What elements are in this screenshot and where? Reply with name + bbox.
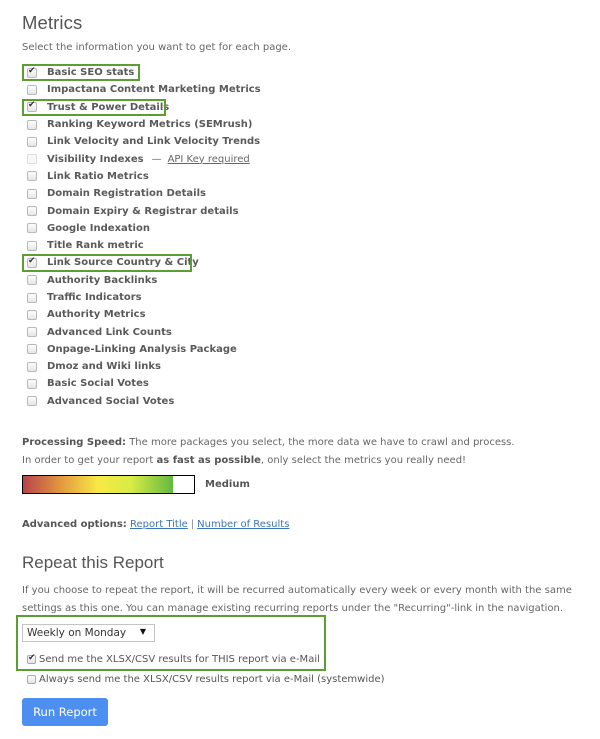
metric-label: Advanced Link Counts: [47, 326, 172, 338]
metric-label: Basic SEO stats: [47, 67, 135, 79]
metric-item[interactable]: Basic SEO stats: [22, 64, 422, 82]
metric-label: Visibility Indexes: [47, 153, 144, 165]
metric-checkbox[interactable]: [27, 327, 37, 338]
metric-label: Authority Metrics: [47, 309, 146, 321]
report-title-link[interactable]: Report Title: [130, 519, 188, 530]
metric-checkbox: [27, 154, 37, 165]
dropdown-arrow-icon: ▼: [139, 627, 146, 636]
metric-label: Basic Social Votes: [47, 378, 149, 390]
metric-label: Google Indexation: [47, 222, 150, 234]
metric-label: Authority Backlinks: [47, 274, 158, 286]
processing-speed-text: Processing Speed: The more packages you …: [22, 437, 515, 466]
metric-label: Domain Expiry & Registrar details: [47, 205, 239, 217]
metric-label: Title Rank metric: [47, 240, 144, 252]
metric-label: Link Ratio Metrics: [47, 170, 149, 182]
metric-checkbox[interactable]: [27, 188, 37, 199]
metric-item[interactable]: Trust & Power Details: [22, 98, 422, 117]
metric-item[interactable]: Advanced Link Counts: [22, 323, 422, 340]
metric-item[interactable]: Title Rank metric: [22, 237, 422, 254]
metrics-heading: Metrics: [22, 12, 83, 33]
metric-checkbox[interactable]: [27, 361, 37, 372]
metric-item[interactable]: Dmoz and Wiki links: [22, 358, 422, 375]
processing-speed-bar: [22, 475, 195, 494]
repeat-description: If you choose to repeat the report, it w…: [22, 585, 572, 614]
repeat-frequency-select[interactable]: Weekly on Monday ▼: [22, 624, 155, 642]
metric-item[interactable]: Onpage-Linking Analysis Package: [22, 341, 422, 358]
metric-checkbox[interactable]: [27, 240, 37, 251]
metric-checkbox[interactable]: [27, 396, 37, 407]
metric-checkbox[interactable]: [27, 66, 37, 78]
metric-item[interactable]: Link Velocity and Link Velocity Trends: [22, 133, 422, 150]
metric-label: Link Source Country & City: [47, 257, 199, 269]
metrics-list: Basic SEO stats Impactana Content Marketi…: [22, 64, 422, 410]
metric-checkbox[interactable]: [27, 344, 37, 355]
metric-item[interactable]: Google Indexation: [22, 220, 422, 237]
send-this-report-checkbox[interactable]: [27, 653, 36, 664]
metric-label: Link Velocity and Link Velocity Trends: [47, 136, 261, 148]
metric-separator: —: [151, 153, 162, 165]
metric-item[interactable]: Authority Metrics: [22, 306, 422, 323]
metric-item[interactable]: Advanced Social Votes: [22, 393, 422, 410]
metric-item[interactable]: Domain Expiry & Registrar details: [22, 202, 422, 219]
metric-item[interactable]: Link Ratio Metrics: [22, 168, 422, 185]
metric-checkbox[interactable]: [27, 171, 37, 182]
metric-item[interactable]: Traffic Indicators: [22, 289, 422, 306]
metric-checkbox[interactable]: [27, 275, 37, 286]
metric-label: Advanced Social Votes: [47, 395, 175, 407]
metric-item[interactable]: Ranking Keyword Metrics (SEMrush): [22, 116, 422, 133]
metric-checkbox[interactable]: [27, 119, 37, 130]
metric-label: Trust & Power Details: [47, 101, 170, 113]
send-this-report-option[interactable]: Send me the XLSX/CSV results for THIS re…: [27, 653, 320, 665]
metric-checkbox[interactable]: [27, 309, 37, 320]
metrics-intro: Select the information you want to get f…: [22, 42, 292, 53]
processing-speed-value: Medium: [205, 479, 250, 490]
always-send-checkbox[interactable]: [27, 675, 36, 684]
metric-label: Traffic Indicators: [47, 292, 142, 303]
metric-item[interactable]: Basic Social Votes: [22, 375, 422, 392]
metric-checkbox[interactable]: [27, 256, 37, 268]
processing-speed-fill: [23, 476, 174, 493]
metric-label: Dmoz and Wiki links: [47, 361, 161, 373]
metric-checkbox[interactable]: [27, 84, 37, 95]
metric-checkbox[interactable]: [27, 378, 37, 389]
processing-speed-label: Processing Speed:: [22, 437, 127, 448]
metric-item[interactable]: Impactana Content Marketing Metrics: [22, 81, 422, 98]
metric-item[interactable]: Authority Backlinks: [22, 272, 422, 289]
repeat-heading: Repeat this Report: [22, 553, 164, 572]
metric-label: Domain Registration Details: [47, 188, 206, 200]
metric-label: Ranking Keyword Metrics (SEMrush): [47, 119, 253, 131]
metric-checkbox[interactable]: [27, 223, 37, 234]
advanced-options: Advanced options: Report Title | Number of…: [22, 519, 290, 530]
metric-label: Impactana Content Marketing Metrics: [47, 84, 261, 96]
metric-checkbox[interactable]: [27, 292, 37, 303]
metric-checkbox[interactable]: [27, 136, 37, 147]
metric-item: Visibility Indexes — API Key required: [22, 150, 422, 167]
number-of-results-link[interactable]: Number of Results: [197, 519, 289, 530]
metric-item[interactable]: Link Source Country & City: [22, 254, 422, 272]
metric-checkbox[interactable]: [27, 100, 37, 113]
run-report-button[interactable]: Run Report: [22, 698, 108, 726]
metric-label: Onpage-Linking Analysis Package: [47, 343, 237, 355]
metric-item[interactable]: Domain Registration Details: [22, 185, 422, 202]
metric-checkbox[interactable]: [27, 206, 37, 217]
api-key-required-link[interactable]: API Key required: [168, 154, 250, 165]
always-send-option[interactable]: Always send me the XLSX/CSV results repo…: [27, 674, 385, 685]
